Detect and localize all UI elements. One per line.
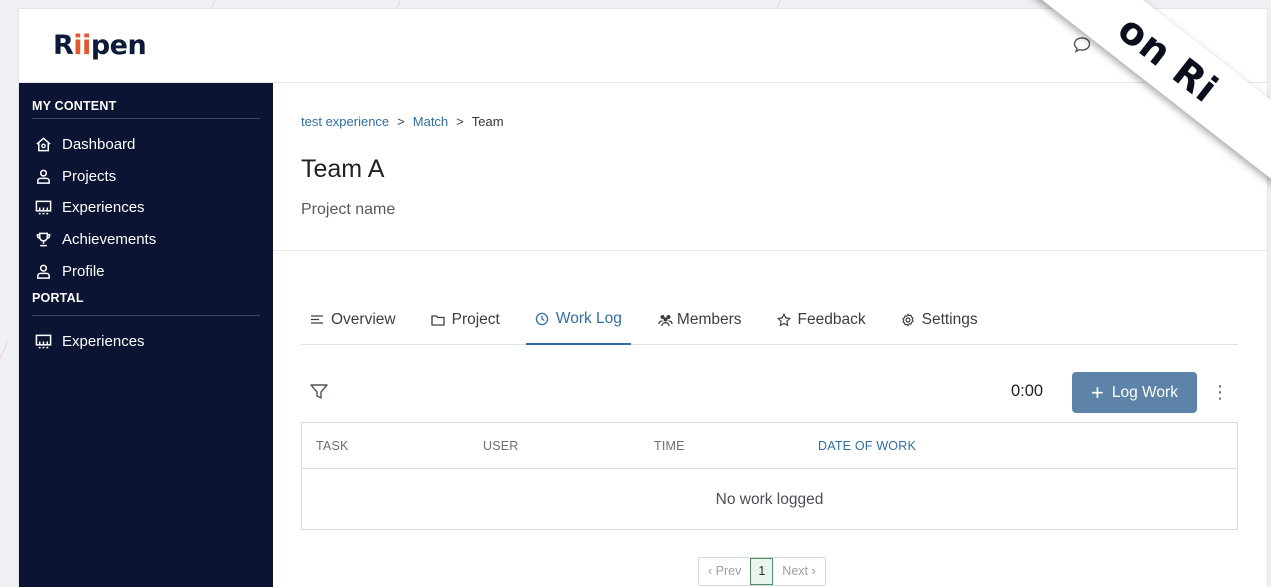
sidebar-item-label: Experiences [62,333,145,351]
tab-label: Overview [331,311,396,328]
page-header: test experience > Match > Team Team A Pr… [273,83,1267,251]
tab-label: Members [676,311,742,328]
total-time: 0:00 [1011,382,1044,400]
folder-icon [430,315,445,326]
more-options-icon[interactable]: ⋮ [1211,381,1229,403]
gear-icon [901,313,914,327]
tab-work-log[interactable]: Work Log [525,295,631,345]
tab-bar: Overview Project Work Log Members Feedba… [301,295,1238,345]
sidebar-item-profile[interactable]: Profile [19,255,273,287]
app-window: Riipen MY CONTENT Dashboard Projects Exp… [19,9,1267,587]
plus-icon: + [1091,379,1104,405]
pagination: ‹ Prev 1 Next › [698,557,826,586]
sidebar-item-achievements[interactable]: Achievements [19,224,273,256]
list-icon [311,315,323,324]
next-page-button[interactable]: Next › [773,558,824,585]
sidebar-item-experiences[interactable]: Experiences [19,192,273,224]
tab-overview[interactable]: Overview [301,295,405,345]
page-title: Team A [301,155,385,183]
sidebar-item-label: Dashboard [62,136,136,154]
tab-feedback[interactable]: Feedback [768,295,875,345]
table-header: TASK USER TIME DATE OF WORK [302,423,1237,469]
home-icon [36,137,51,152]
tab-settings[interactable]: Settings [892,295,987,345]
log-work-button[interactable]: + Log Work [1072,372,1197,413]
log-work-label: Log Work [1111,383,1178,401]
sidebar-section-portal: PORTAL [32,290,84,305]
chat-icon[interactable] [1072,35,1092,55]
star-icon [776,313,791,327]
breadcrumb-separator-icon: > [397,114,405,129]
column-header-user: USER [483,439,519,453]
breadcrumb-link-experience[interactable]: test experience [301,114,389,129]
breadcrumb-separator-icon: > [456,114,464,129]
user-icon [37,264,50,279]
filter-icon[interactable] [309,382,329,402]
tab-label: Feedback [797,311,866,328]
page-subtitle: Project name [301,201,396,218]
tab-members[interactable]: Members [648,295,751,345]
sidebar-item-label: Profile [62,262,105,280]
sidebar-divider [32,118,260,119]
group-icon [658,315,673,327]
sidebar-item-projects[interactable]: Projects [19,161,273,193]
column-header-task: TASK [316,439,349,453]
sidebar-item-label: Achievements [62,231,157,249]
tab-label: Work Log [555,310,622,327]
sidebar: MY CONTENT Dashboard Projects Experience… [19,83,273,587]
board-icon [35,334,52,349]
riipen-logo[interactable]: Riipen [53,30,147,61]
prev-page-button[interactable]: ‹ Prev [699,558,750,585]
breadcrumb-current: Team [471,114,504,129]
main-content: test experience > Match > Team Team A Pr… [273,83,1267,587]
sidebar-item-label: Experiences [62,199,145,217]
sidebar-divider [32,314,260,316]
tab-label: Settings [921,311,978,328]
page-number-button[interactable]: 1 [750,558,774,585]
user-icon [37,169,50,184]
sidebar-item-portal-experiences[interactable]: Experiences [19,326,273,358]
breadcrumb: test experience > Match > Team [301,114,504,129]
column-header-time: TIME [654,439,685,453]
trophy-icon [36,232,51,247]
sidebar-item-label: Projects [62,167,117,185]
clock-icon [535,312,549,326]
sidebar-item-dashboard[interactable]: Dashboard [19,129,273,161]
sidebar-section-my-content: MY CONTENT [32,99,117,113]
board-icon [35,201,52,215]
empty-state-message: No work logged [715,491,824,508]
tab-project[interactable]: Project [422,295,509,345]
tab-label: Project [451,311,500,328]
breadcrumb-link-match[interactable]: Match [413,114,448,129]
column-header-date-of-work[interactable]: DATE OF WORK [818,423,916,469]
work-log-table: TASK USER TIME DATE OF WORK No work logg… [301,422,1238,530]
